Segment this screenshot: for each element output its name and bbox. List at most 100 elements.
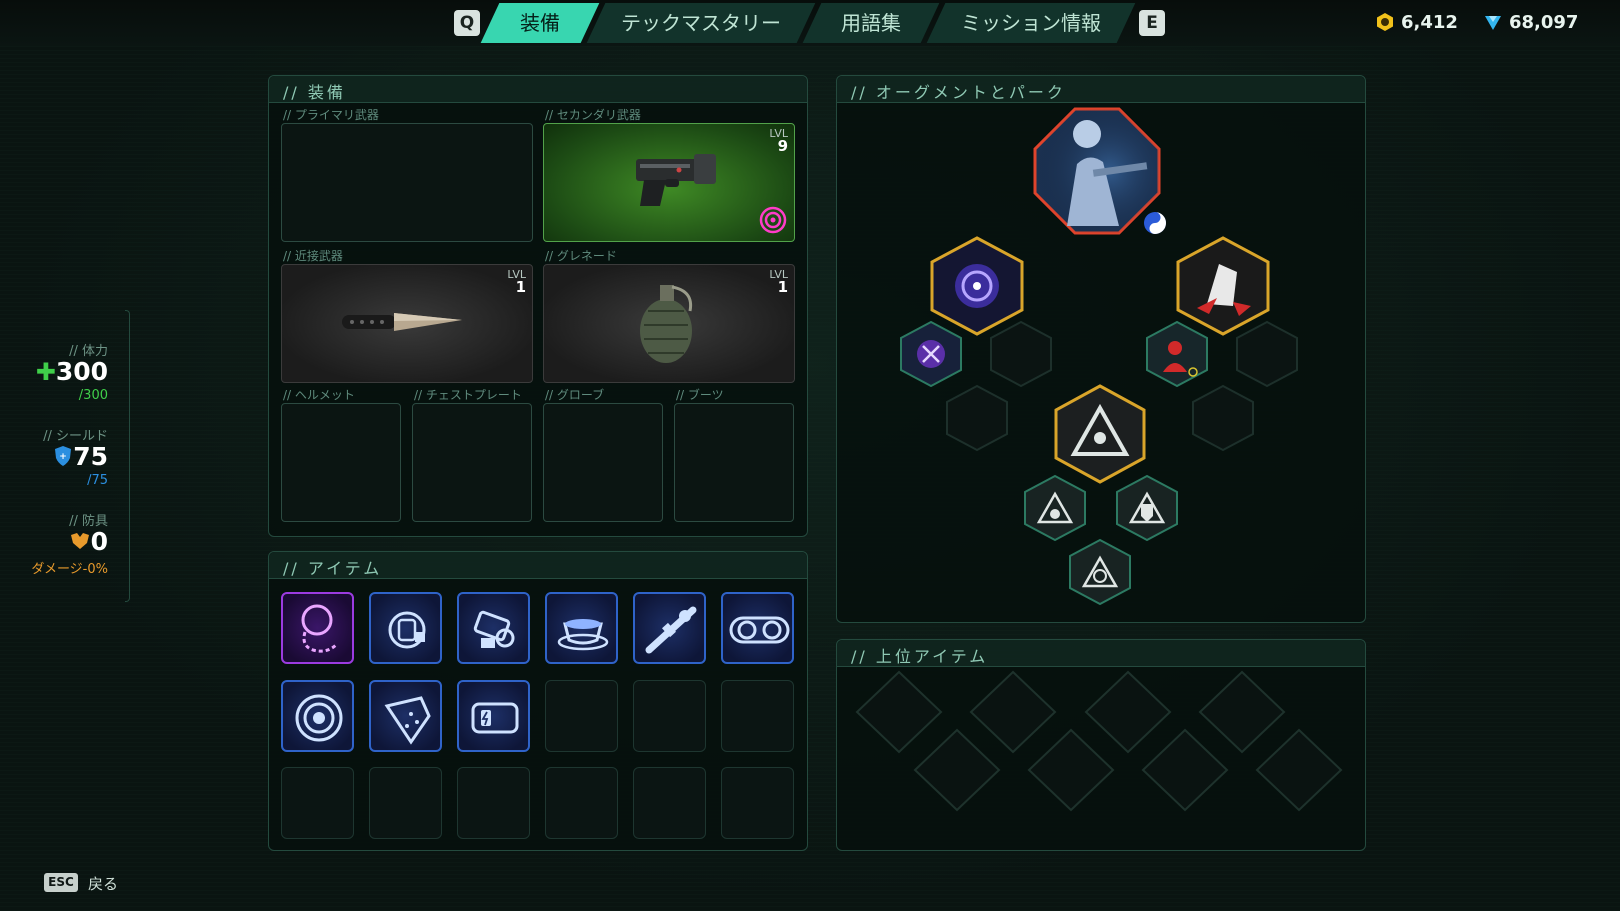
svg-text:+: + bbox=[59, 452, 67, 462]
item-slot-empty[interactable] bbox=[633, 767, 706, 839]
item-slot-empty[interactable] bbox=[721, 680, 794, 752]
knife-icon bbox=[342, 313, 462, 331]
prev-tab-key[interactable]: Q bbox=[454, 10, 480, 36]
spiral-perk-node[interactable] bbox=[1069, 538, 1131, 606]
chestplate-slot[interactable] bbox=[412, 403, 532, 522]
upper-item-slots bbox=[855, 670, 1343, 812]
armor-number: 0 bbox=[90, 527, 108, 556]
gem-balance: 68,097 bbox=[1483, 12, 1578, 33]
arcane-perk-node[interactable] bbox=[900, 320, 962, 388]
chestplate-label: // チェストプレート bbox=[414, 388, 522, 402]
battery-icon bbox=[471, 702, 519, 734]
coin-icon bbox=[1377, 13, 1393, 31]
item-slot-4[interactable] bbox=[545, 592, 618, 664]
primary-weapon-label: // プライマリ武器 bbox=[283, 108, 379, 122]
swirl-badge-icon bbox=[759, 206, 787, 234]
crystal-shard-icon bbox=[384, 696, 431, 745]
shield-max: /75 bbox=[87, 473, 108, 488]
tab-glossary[interactable]: 用語集 bbox=[802, 3, 940, 43]
grenade-label: // グレネード bbox=[545, 249, 617, 263]
upper-item-slot[interactable] bbox=[1027, 728, 1115, 812]
augment-tree bbox=[900, 107, 1298, 606]
grenade-slot[interactable]: LVL 1 bbox=[543, 264, 795, 383]
upper-item-slot[interactable] bbox=[913, 728, 1001, 812]
melee-weapon-label: // 近接武器 bbox=[283, 249, 343, 263]
gem-icon bbox=[1485, 16, 1501, 30]
boots-slot[interactable] bbox=[674, 403, 794, 522]
item-slot-empty[interactable] bbox=[369, 767, 442, 839]
tab-glossary-label: 用語集 bbox=[841, 11, 901, 35]
tab-tech-mastery[interactable]: テックマスタリー bbox=[586, 3, 816, 43]
primary-weapon-slot[interactable] bbox=[281, 123, 533, 242]
squad-perk-node[interactable] bbox=[1024, 474, 1086, 542]
shield-number: 75 bbox=[73, 442, 108, 471]
item-slot-2[interactable] bbox=[369, 592, 442, 664]
empty-perk-slot[interactable] bbox=[990, 320, 1052, 388]
upper-items-panel: // 上位アイテム bbox=[836, 639, 1366, 851]
coin-balance: 6,412 bbox=[1375, 12, 1458, 33]
item-slot-6[interactable] bbox=[721, 592, 794, 664]
items-title: // アイテム bbox=[283, 559, 383, 578]
esc-key[interactable]: ESC bbox=[44, 873, 78, 892]
helmet-label: // ヘルメット bbox=[283, 388, 355, 402]
upper-item-slot[interactable] bbox=[1198, 670, 1286, 754]
item-slot-empty[interactable] bbox=[545, 680, 618, 752]
health-number: 300 bbox=[55, 357, 108, 386]
pistol-icon bbox=[636, 154, 716, 206]
item-slot-empty[interactable] bbox=[457, 767, 530, 839]
item-slot-8[interactable] bbox=[369, 680, 442, 752]
helmet-slot[interactable] bbox=[281, 403, 401, 522]
item-slot-empty[interactable] bbox=[281, 767, 354, 839]
tab-mission-info-label: ミッション情報 bbox=[961, 11, 1101, 35]
augments-panel: // オーグメントとパーク bbox=[836, 75, 1366, 623]
item-slot-empty[interactable] bbox=[633, 680, 706, 752]
item-slot-3[interactable] bbox=[457, 592, 530, 664]
upper-item-slot[interactable] bbox=[1255, 728, 1343, 812]
secondary-weapon-slot[interactable]: LVL 9 bbox=[543, 123, 795, 242]
target-perk-node[interactable] bbox=[1146, 320, 1208, 388]
item-slot-empty[interactable] bbox=[721, 767, 794, 839]
secondary-weapon-label: // セカンダリ武器 bbox=[545, 108, 641, 122]
tab-equipment[interactable]: 装備 bbox=[480, 3, 600, 43]
item-slot-empty[interactable] bbox=[545, 767, 618, 839]
eye-lens-icon bbox=[295, 694, 343, 742]
empty-perk-slot[interactable] bbox=[1192, 384, 1254, 452]
defense-perk-node[interactable] bbox=[1116, 474, 1178, 542]
coffee-cup-icon bbox=[557, 619, 609, 651]
next-tab-key[interactable]: E bbox=[1139, 10, 1165, 36]
equipment-title: // 装備 bbox=[283, 83, 346, 102]
health-value: ✚300 bbox=[36, 357, 108, 386]
upper-item-slot[interactable] bbox=[969, 670, 1057, 754]
upper-item-slot[interactable] bbox=[855, 670, 943, 754]
armor-damage: ダメージ-0% bbox=[31, 562, 108, 577]
items-panel-header: // アイテム bbox=[269, 552, 807, 579]
gloves-slot[interactable] bbox=[543, 403, 663, 522]
boots-label: // ブーツ bbox=[676, 388, 724, 402]
upper-item-slot[interactable] bbox=[1141, 728, 1229, 812]
grenade-icon bbox=[640, 285, 693, 363]
core-augment-node[interactable] bbox=[1054, 384, 1146, 484]
void-augment-node[interactable] bbox=[930, 236, 1024, 336]
strike-augment-node[interactable] bbox=[1176, 236, 1270, 336]
machine-part-icon bbox=[473, 610, 515, 648]
canister-icon bbox=[388, 611, 426, 649]
tab-tech-mastery-label: テックマスタリー bbox=[621, 11, 781, 35]
item-slot-9[interactable] bbox=[457, 680, 530, 752]
item-slot-1[interactable] bbox=[281, 592, 354, 664]
scope-icon bbox=[645, 606, 697, 654]
item-slot-7[interactable] bbox=[281, 680, 354, 752]
empty-perk-slot[interactable] bbox=[1236, 320, 1298, 388]
melee-weapon-slot[interactable]: LVL 1 bbox=[281, 264, 533, 383]
hero-augment-node[interactable] bbox=[1033, 107, 1166, 235]
item-slot-5[interactable] bbox=[633, 592, 706, 664]
tab-mission-info[interactable]: ミッション情報 bbox=[926, 3, 1136, 43]
health-max: /300 bbox=[78, 388, 108, 403]
stats-bracket bbox=[125, 310, 130, 602]
upper-item-slot[interactable] bbox=[1084, 670, 1172, 754]
armor-icon bbox=[70, 533, 89, 549]
coin-amount: 6,412 bbox=[1401, 12, 1458, 33]
empty-perk-slot[interactable] bbox=[946, 384, 1008, 452]
armor-value: 0 bbox=[69, 527, 108, 556]
back-label[interactable]: 戻る bbox=[88, 873, 118, 894]
shield-value: + 75 bbox=[53, 442, 108, 471]
